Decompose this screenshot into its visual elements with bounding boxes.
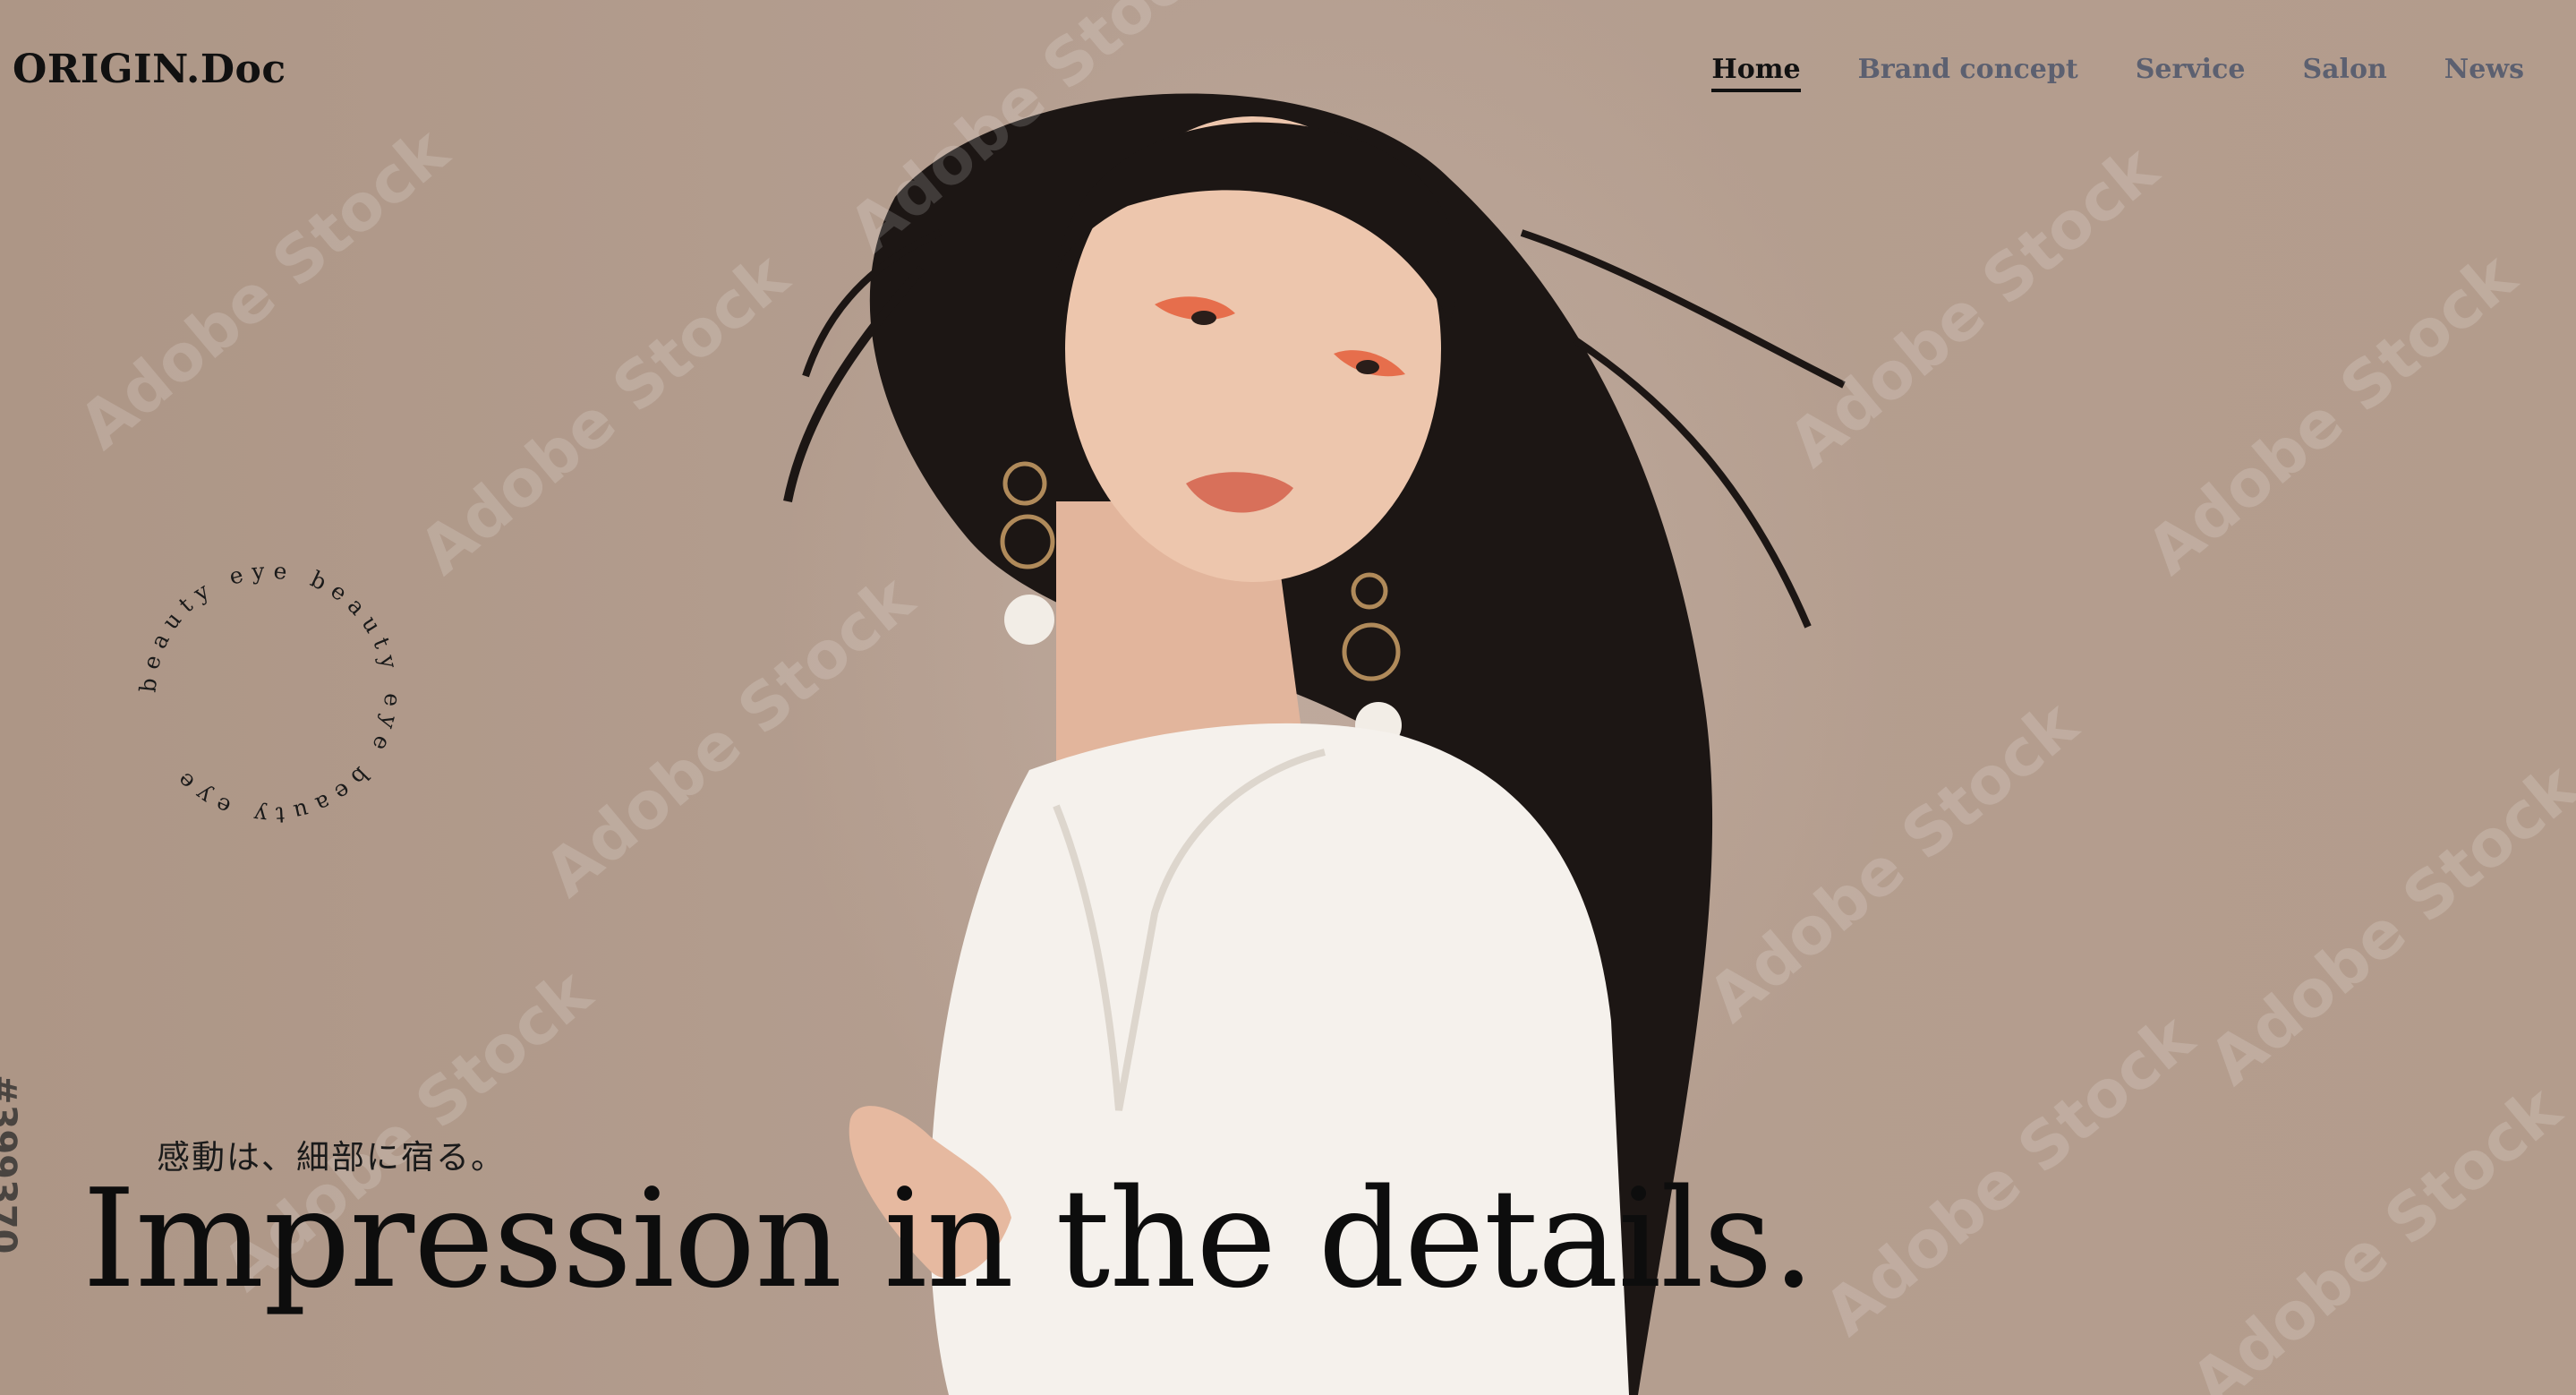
site-logo[interactable]: ORIGIN.Doc [13, 47, 286, 92]
hero-headline: Impression in the details. [82, 1160, 1815, 1318]
nav-item-home[interactable]: Home [1711, 54, 1801, 92]
site-header: ORIGIN.Doc Home Brand concept Service Sa… [0, 0, 2576, 143]
stock-id-text: #399370 [0, 1074, 23, 1254]
circular-text: beauty eye beauty eye beauty eye [136, 559, 397, 827]
stock-id-strip: #399370 [0, 1074, 25, 1395]
circular-text-badge: beauty eye beauty eye beauty eye [136, 559, 405, 827]
main-nav: Home Brand concept Service Salon News [1711, 54, 2524, 92]
nav-item-salon[interactable]: Salon [2302, 54, 2386, 92]
nav-item-service[interactable]: Service [2136, 54, 2246, 92]
nav-item-brand-concept[interactable]: Brand concept [1858, 54, 2078, 92]
svg-text:beauty eye beauty eye beauty e: beauty eye beauty eye beauty eye [136, 559, 405, 827]
nav-item-news[interactable]: News [2444, 54, 2524, 92]
